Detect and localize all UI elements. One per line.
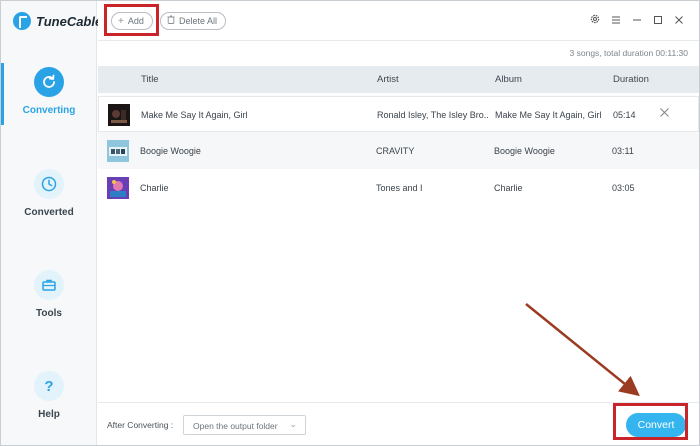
trash-icon — [167, 15, 175, 27]
delete-all-button[interactable]: Delete All — [160, 12, 227, 30]
bottom-bar: After Converting : Open the output folde… — [98, 402, 699, 445]
app-logo: TuneCable — [13, 12, 102, 30]
toolbar: + Add Delete All — [98, 1, 699, 41]
column-duration[interactable]: Duration — [613, 74, 649, 85]
song-album: Make Me Say It Again, Girl — [495, 110, 602, 120]
chevron-down-icon: ⌄ — [289, 419, 297, 429]
toolbox-icon — [34, 270, 64, 300]
table-row[interactable]: Boogie Woogie CRAVITY Boogie Woogie 03:1… — [98, 133, 699, 169]
maximize-icon[interactable] — [647, 14, 668, 28]
sidebar-item-label: Converting — [22, 105, 76, 116]
sidebar-item-tools[interactable]: Tools — [1, 270, 97, 319]
after-converting-select[interactable]: Open the output folder ⌄ — [183, 415, 306, 435]
table-row[interactable]: Make Me Say It Again, Girl Ronald Isley,… — [98, 96, 699, 132]
table-row[interactable]: Charlie Tones and I Charlie 03:05 — [98, 170, 699, 206]
clock-icon — [34, 169, 64, 199]
album-cover-thumbnail — [107, 140, 129, 162]
column-artist[interactable]: Artist — [377, 74, 399, 85]
table-header: Title Artist Album Duration — [98, 66, 699, 93]
song-title: Charlie — [140, 183, 169, 193]
tunecable-logo-icon — [13, 12, 31, 30]
remove-row-icon[interactable] — [659, 107, 670, 120]
menu-icon[interactable] — [605, 14, 626, 28]
sidebar-item-help[interactable]: ? Help — [1, 371, 97, 420]
song-artist: Tones and I — [376, 183, 423, 193]
minimize-icon[interactable] — [626, 14, 647, 28]
window-controls — [584, 13, 689, 28]
sidebar-item-label: Converted — [24, 207, 74, 218]
delete-all-button-label: Delete All — [179, 16, 218, 26]
question-icon: ? — [34, 371, 64, 401]
songs-summary: 3 songs, total duration 00:11:30 — [569, 48, 688, 58]
sidebar: TuneCable Converting Converted Tools ? H… — [1, 1, 102, 445]
song-artist: CRAVITY — [376, 146, 415, 156]
album-cover-thumbnail — [107, 177, 129, 199]
column-title[interactable]: Title — [141, 74, 159, 85]
song-artist: Ronald Isley, The Isley Bro... — [377, 110, 489, 120]
column-album[interactable]: Album — [495, 74, 522, 85]
gear-icon[interactable] — [584, 13, 605, 28]
after-converting-label: After Converting : — [107, 420, 174, 430]
refresh-icon — [34, 67, 64, 97]
album-cover-thumbnail — [108, 104, 130, 126]
after-converting-value: Open the output folder — [193, 421, 278, 431]
convert-highlight-annotation — [613, 403, 688, 440]
sidebar-item-converting[interactable]: Converting — [1, 67, 97, 116]
sidebar-item-label: Help — [38, 409, 60, 420]
sidebar-item-converted[interactable]: Converted — [1, 169, 97, 218]
song-album: Boogie Woogie — [494, 146, 555, 156]
close-icon[interactable] — [668, 14, 689, 28]
song-title: Make Me Say It Again, Girl — [141, 110, 248, 120]
song-album: Charlie — [494, 183, 523, 193]
app-name: TuneCable — [36, 13, 103, 29]
song-duration: 03:11 — [612, 146, 634, 156]
add-highlight-annotation — [104, 4, 159, 36]
song-duration: 05:14 — [613, 110, 636, 120]
song-duration: 03:05 — [612, 183, 635, 193]
sidebar-item-label: Tools — [36, 308, 62, 319]
song-title: Boogie Woogie — [140, 146, 201, 156]
